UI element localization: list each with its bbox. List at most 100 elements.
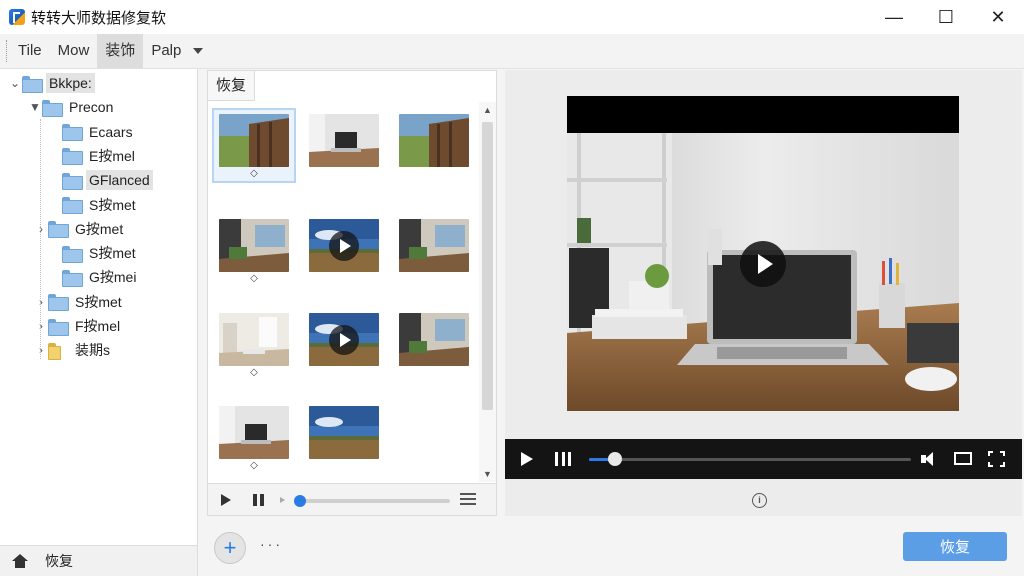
image-thumbnail[interactable]: ◇ (214, 309, 294, 380)
tree-item[interactable]: Ecaars (48, 120, 136, 144)
image-thumbnail[interactable] (394, 309, 474, 380)
tree-footer-label[interactable]: 恢复 (45, 551, 73, 571)
folder-icon (22, 75, 43, 93)
image-thumbnail[interactable]: ◇ (214, 215, 294, 286)
menu-item-2[interactable]: 装饰 (97, 34, 144, 68)
folder-icon (62, 197, 83, 214)
tree-item[interactable]: › G按met (34, 217, 126, 241)
fullscreen-icon[interactable] (988, 451, 1005, 467)
menu-item-3[interactable]: Palp (143, 34, 189, 68)
thumbnail-marker: ◇ (250, 273, 258, 284)
thumbnail-gallery: 恢复 ◇ ◇ ◇ ◇ ▲ ▼ (207, 70, 497, 516)
settings-sliders-icon[interactable] (460, 493, 476, 507)
tree-item-label: Ecaars (89, 123, 133, 140)
image-thumbnail[interactable]: ◇ (212, 108, 296, 183)
tree-item[interactable]: › 装期s (34, 338, 113, 362)
tree-item-label: S按met (89, 245, 136, 262)
tree-item[interactable]: S按met (48, 241, 139, 265)
maximize-button[interactable]: ☐ (920, 0, 972, 34)
tree-item[interactable]: S按met (48, 193, 139, 217)
gallery-player-controls (208, 483, 496, 515)
more-options-button[interactable]: ··· (260, 536, 283, 552)
video-progress-track[interactable] (589, 458, 911, 461)
image-thumbnail[interactable] (394, 215, 474, 286)
recover-button[interactable]: 恢复 (903, 532, 1007, 561)
home-icon[interactable] (12, 554, 28, 568)
window-controls: — ☐ ✕ (868, 0, 1024, 34)
expand-chevron-icon[interactable]: › (34, 338, 48, 362)
play-icon (329, 324, 359, 355)
folder-icon (62, 148, 83, 166)
expand-chevron-icon[interactable]: › (34, 290, 48, 314)
image-thumbnail[interactable]: ◇ (214, 402, 294, 473)
image-thumbnail[interactable] (394, 110, 474, 181)
tree-item[interactable]: ⌄ Bkkpe: (8, 71, 95, 95)
thumbnail-marker (309, 167, 379, 181)
play-icon[interactable] (521, 452, 533, 466)
tree-item[interactable]: GFlanced (48, 168, 153, 192)
thumbnail-marker: ◇ (250, 460, 258, 471)
pause-icon[interactable] (555, 452, 571, 466)
folder-icon (48, 318, 69, 336)
chevron-down-icon[interactable] (193, 48, 204, 54)
info-icon[interactable]: i (752, 493, 767, 508)
thumbnail-image (219, 313, 289, 366)
gallery-tab[interactable]: 恢复 (208, 71, 256, 101)
scroll-up-icon[interactable]: ▲ (479, 102, 496, 118)
scroll-down-icon[interactable]: ▼ (479, 466, 496, 482)
gallery-progress-knob[interactable] (294, 495, 306, 507)
play-icon[interactable] (221, 494, 231, 506)
expand-chevron-icon[interactable]: ▼ (28, 95, 42, 119)
image-thumbnail[interactable] (304, 402, 384, 473)
gallery-scrollbar[interactable]: ▲ ▼ (479, 102, 496, 482)
video-frame[interactable] (567, 96, 959, 411)
video-thumbnail[interactable] (304, 215, 384, 286)
expand-chevron-icon[interactable]: › (34, 217, 48, 241)
video-player-bar (505, 439, 1022, 479)
menu-item-0[interactable]: Tile (10, 34, 50, 68)
image-thumbnail[interactable] (304, 110, 384, 181)
tree-item-label: GFlanced (86, 170, 153, 191)
pause-icon[interactable] (253, 494, 264, 506)
thumbnail-image (309, 219, 379, 272)
theater-mode-icon[interactable] (954, 452, 972, 465)
thumbnail-marker (399, 366, 469, 380)
gallery-progress-track[interactable] (300, 499, 450, 503)
add-button[interactable]: + (214, 532, 246, 564)
video-play-icon[interactable] (740, 241, 786, 287)
folder-icon (42, 99, 63, 117)
volume-icon[interactable] (921, 451, 939, 467)
tree-item-label: G按met (75, 220, 124, 237)
menu-item-1[interactable]: Mow (50, 34, 98, 68)
expand-chevron-icon[interactable]: › (34, 314, 48, 338)
tree-item-label: S按met (89, 196, 136, 213)
video-thumbnail[interactable] (304, 309, 384, 380)
tree-item[interactable]: E按mel (48, 144, 138, 168)
thumbnail-grid: ◇ ◇ ◇ ◇ (208, 102, 480, 482)
thumbnail-image (309, 313, 379, 366)
minimize-button[interactable]: — (868, 0, 920, 34)
tree-item[interactable]: › F按mel (34, 314, 123, 338)
video-progress-knob[interactable] (607, 452, 622, 466)
scrollbar-thumb[interactable] (482, 122, 493, 410)
close-button[interactable]: ✕ (972, 0, 1024, 34)
expand-chevron-icon[interactable]: ⌄ (8, 71, 22, 95)
tree-item[interactable]: G按mei (48, 265, 139, 289)
thumbnail-image (219, 114, 289, 167)
tree-item-label: 装期s (75, 342, 110, 359)
tree-item-label: E按mel (89, 147, 135, 164)
thumbnail-image (309, 114, 379, 167)
folder-icon (48, 294, 69, 312)
small-play-icon (280, 497, 285, 503)
tree-item[interactable]: ▼ Precon (28, 95, 116, 119)
tree-item[interactable]: › S按met (34, 290, 125, 314)
app-logo-icon (9, 9, 25, 25)
folder-tree: ⌄ Bkkpe: ▼ Precon Ecaars E按mel GFlanced S按met › G… (0, 69, 198, 545)
thumbnail-marker (309, 459, 379, 473)
menu-bar: Tile Mow 装饰 Palp (0, 34, 1024, 69)
thumbnail-image (219, 406, 289, 459)
